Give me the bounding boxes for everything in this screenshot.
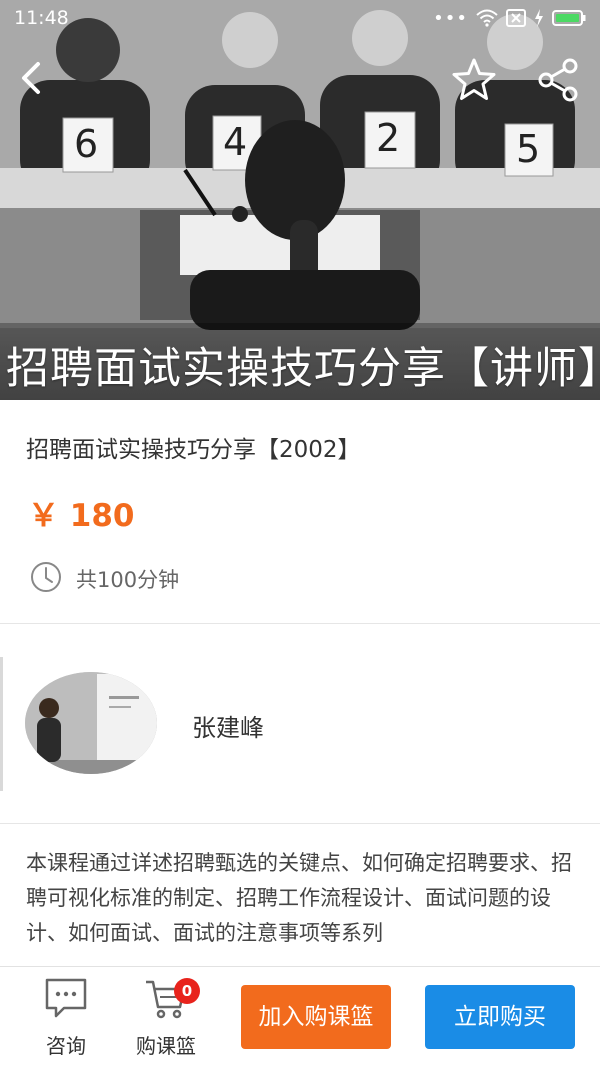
- avatar-photo: [25, 672, 157, 774]
- clock-icon: [31, 562, 61, 592]
- teacher-accent-bar: [0, 657, 3, 791]
- battery-icon: [552, 10, 586, 26]
- favorite-button[interactable]: [450, 56, 498, 104]
- back-icon: [22, 62, 40, 94]
- status-bar: 11:48 •••: [0, 0, 600, 36]
- hero-banner-text: 招聘面试实操技巧分享【讲师】: [6, 344, 600, 394]
- charging-icon: [535, 9, 543, 27]
- add-to-basket-button[interactable]: 加入购课篮: [241, 985, 391, 1049]
- more-dots-icon: •••: [433, 7, 468, 29]
- placard-5: 5: [516, 127, 541, 171]
- placard-2: 2: [376, 116, 401, 160]
- basket-count-badge: 0: [174, 978, 200, 1004]
- chat-icon: [45, 978, 87, 1018]
- course-basket-button[interactable]: 购课篮: [121, 967, 211, 1067]
- teacher-avatar[interactable]: [25, 672, 157, 774]
- wifi-icon: [476, 9, 498, 27]
- share-button[interactable]: [534, 56, 582, 104]
- back-button[interactable]: [12, 56, 56, 100]
- hero-image: 6 4 2 5 招聘面试实操技巧分享【讲师】: [0, 0, 600, 400]
- consult-button[interactable]: 咨询: [21, 967, 111, 1067]
- divider: [0, 623, 600, 624]
- course-duration: 共100分钟: [76, 568, 180, 592]
- placard-4: 4: [223, 120, 248, 164]
- course-description: 本课程通过详述招聘甄选的关键点、如何确定招聘要求、招聘可视化标准的制定、招聘工作…: [26, 851, 572, 945]
- star-icon: [452, 58, 496, 100]
- course-title: 招聘面试实操技巧分享【2002】: [26, 437, 361, 463]
- basket-label: 购课篮: [136, 1034, 196, 1058]
- status-icons: •••: [433, 8, 586, 29]
- share-icon: [538, 58, 578, 102]
- divider: [0, 823, 600, 824]
- placard-6: 6: [74, 122, 99, 166]
- status-time: 11:48: [14, 7, 69, 29]
- teacher-name: 张建峰: [192, 714, 264, 742]
- buy-now-button[interactable]: 立即购买: [425, 985, 575, 1049]
- course-price: ￥ 180: [28, 498, 135, 534]
- consult-label: 咨询: [46, 1034, 86, 1058]
- no-sim-icon: [506, 9, 526, 27]
